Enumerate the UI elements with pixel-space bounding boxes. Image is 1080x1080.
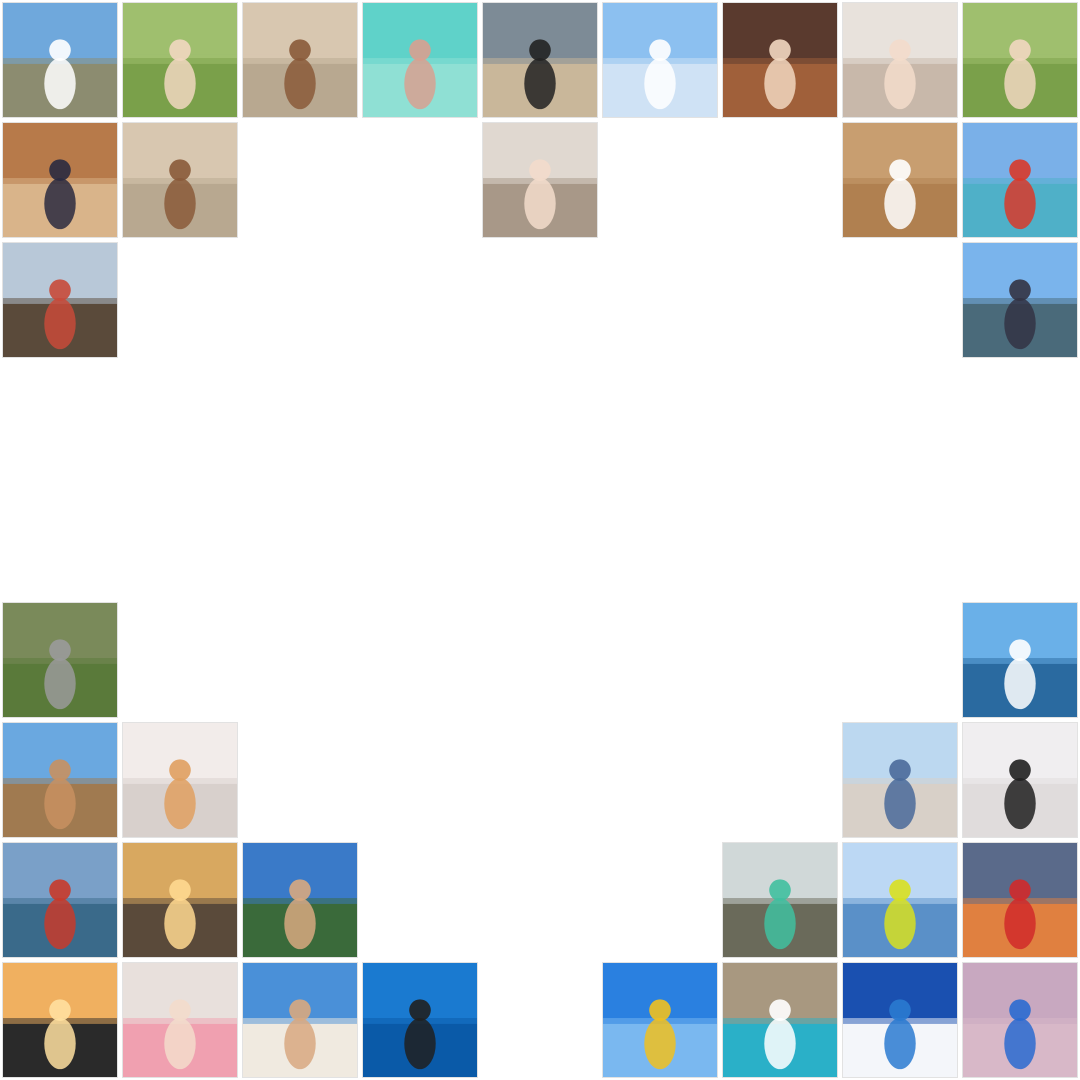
resort-pool-edge-photo <box>962 602 1078 718</box>
salt-flat-reflection-photo <box>602 2 718 118</box>
windmill-road-photo <box>2 2 118 118</box>
woman-boat-lake-photo <box>2 242 118 358</box>
follow-me-alley-photo <box>2 122 118 238</box>
city-canal-woman-photo <box>122 122 238 238</box>
skydiving-photo <box>602 962 718 1078</box>
city-canal-woman-photo <box>242 2 358 118</box>
snowboard-photo <box>842 962 958 1078</box>
man-on-beach-photo <box>482 2 598 118</box>
cliff-selfie-photo <box>242 842 358 958</box>
pier-skateboard-photo <box>842 722 958 838</box>
woman-seaside-rocks-photo <box>962 242 1078 358</box>
girl-headband-selfie-photo <box>482 122 598 238</box>
waterfall-raft-photo <box>722 842 838 958</box>
girl-sea-flowers-photo <box>842 842 958 958</box>
smiling-girl-ok-sign-photo <box>722 2 838 118</box>
girl-pink-top-photo <box>122 962 238 1078</box>
photo-collage <box>0 0 1080 1080</box>
exotic-cat-photo <box>122 722 238 838</box>
couple-selfie-photo <box>962 2 1078 118</box>
resort-pool-woman-photo <box>962 122 1078 238</box>
paraglider-sunset-photo <box>962 842 1078 958</box>
girl-bear-ears-puppy-photo <box>962 722 1078 838</box>
couple-selfie-photo <box>122 2 238 118</box>
girl-portrait-pillow-photo <box>842 2 958 118</box>
cat-selfie-photo <box>2 602 118 718</box>
navagio-cove-photo <box>722 962 838 1078</box>
sunset-silhouette-photo <box>122 842 238 958</box>
scuba-divers-photo <box>362 962 478 1078</box>
palm-sunset-woman-photo <box>2 962 118 1078</box>
white-puppy-photo <box>842 122 958 238</box>
white-beach-feet-photo <box>242 962 358 1078</box>
salt-flat-sunset-photo <box>962 962 1078 1078</box>
swimming-pig-photo <box>362 2 478 118</box>
girl-lake-mountain-photo <box>2 842 118 958</box>
dog-sunglasses-photo <box>2 722 118 838</box>
